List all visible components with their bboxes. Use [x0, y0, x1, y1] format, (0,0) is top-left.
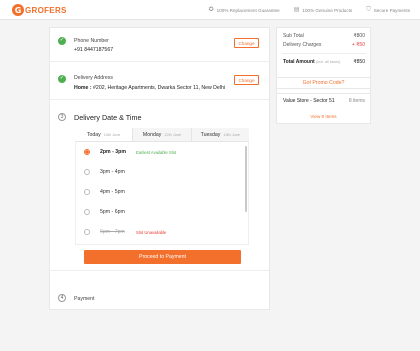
- tab-monday[interactable]: Monday 12th June: [132, 128, 191, 141]
- badge-label: 100% Replacement Guarantee: [216, 7, 280, 13]
- address-text: #202, Heritage Apartments, Dwarka Sector…: [93, 85, 226, 91]
- divider: [50, 99, 269, 100]
- radio-button[interactable]: [84, 169, 90, 175]
- store-item-count: 8 items: [348, 98, 365, 104]
- slot-time: 3pm - 4pm: [100, 169, 125, 175]
- view-items-link[interactable]: View 8 Items: [276, 114, 371, 119]
- total-label-text: Total Amount: [283, 59, 315, 65]
- change-phone-button[interactable]: Change: [234, 38, 259, 48]
- total-value: ₹850: [353, 59, 365, 65]
- tab-day: Today: [86, 131, 101, 138]
- tab-tuesday[interactable]: Tuesday 13th June: [190, 128, 249, 141]
- payment-section-title[interactable]: Payment: [74, 296, 94, 302]
- store-name: Value Store - Sector 51: [283, 98, 335, 104]
- badge-label: 100% Genuine Products: [302, 7, 353, 13]
- trust-badges: ✪ 100% Replacement Guarantee ▤ 100% Genu…: [209, 0, 410, 20]
- tab-date: 13th June: [223, 132, 241, 137]
- tab-today[interactable]: Today 10th June: [75, 128, 133, 141]
- time-slot-unavailable: 6pm - 7pm Slot Unavailable: [84, 227, 166, 237]
- tab-day: Tuesday: [200, 131, 221, 138]
- divider: [282, 53, 366, 54]
- time-slot[interactable]: 2pm - 3pm Earliest Available Slot: [84, 147, 176, 157]
- sub-total-label: Sub Total: [283, 33, 304, 39]
- slot-note: Earliest Available Slot: [136, 149, 177, 155]
- time-slot[interactable]: 3pm - 4pm: [84, 167, 136, 177]
- delivery-section-title: Delivery Date & Time: [74, 113, 142, 122]
- check-icon: ✓: [58, 75, 66, 83]
- slot-scrollbar[interactable]: [245, 146, 247, 212]
- change-address-button[interactable]: Change: [234, 75, 259, 85]
- tab-date: 12th June: [164, 132, 182, 137]
- document-icon: ▤: [293, 7, 300, 13]
- address-value: Home : #202, Heritage Apartments, Dwarka…: [74, 85, 225, 91]
- time-slot[interactable]: 5pm - 6pm: [84, 207, 136, 217]
- step-number: 3: [58, 113, 66, 121]
- delivery-charges-label: Delivery Charges: [283, 42, 322, 48]
- radio-selected[interactable]: [84, 149, 90, 155]
- grofers-logo[interactable]: G GROFERS: [12, 4, 67, 16]
- logo-text: GROFERS: [25, 5, 67, 15]
- slot-note: Slot Unavailable: [136, 229, 167, 235]
- divider: [50, 270, 269, 271]
- phone-value: +91 8447187567: [74, 47, 114, 53]
- logo-mark: G: [12, 4, 24, 16]
- delivery-charges-row: Delivery Charges + ₹50: [283, 42, 365, 48]
- slot-time: 6pm - 7pm: [100, 229, 125, 235]
- address-label: Delivery Address: [74, 75, 113, 81]
- badge-genuine: ▤ 100% Genuine Products: [294, 7, 352, 13]
- total-row: Total Amount (incl. all taxes) ₹850: [283, 59, 365, 65]
- slot-time: 5pm - 6pm: [100, 209, 125, 215]
- proceed-to-payment-button[interactable]: Proceed to Payment: [84, 250, 241, 264]
- total-label: Total Amount (incl. all taxes): [283, 59, 340, 65]
- promo-code-button[interactable]: Got Promo Code?: [276, 77, 371, 89]
- store-row: Value Store - Sector 51 8 items: [283, 98, 365, 104]
- check-icon: ✓: [58, 37, 66, 45]
- badge-label: Secure Payments: [373, 7, 410, 13]
- time-slot[interactable]: 4pm - 5pm: [84, 187, 136, 197]
- badge-replacement: ✪ 100% Replacement Guarantee: [209, 7, 280, 13]
- top-header: G GROFERS ✪ 100% Replacement Guarantee ▤…: [0, 0, 420, 20]
- radio-button[interactable]: [84, 189, 90, 195]
- sub-total-value: ₹800: [353, 33, 365, 39]
- tab-date: 10th June: [103, 132, 121, 137]
- divider: [50, 61, 269, 62]
- time-slot-list: 2pm - 3pm Earliest Available Slot 3pm - …: [75, 142, 249, 245]
- radio-button[interactable]: [84, 209, 90, 215]
- address-type: Home :: [74, 85, 92, 91]
- phone-label: Phone Number: [74, 38, 109, 44]
- slot-time: 4pm - 5pm: [100, 189, 125, 195]
- step-number: 4: [58, 294, 66, 302]
- percent-icon: ✪: [208, 7, 214, 13]
- total-note: (incl. all taxes): [316, 60, 341, 64]
- radio-button: [84, 229, 90, 235]
- sub-total-row: Sub Total ₹800: [283, 33, 365, 39]
- date-tabs: Today 10th June Monday 12th June Tuesday…: [75, 128, 249, 142]
- badge-secure: ⛉ Secure Payments: [366, 7, 410, 13]
- delivery-charges-value: + ₹50: [351, 42, 365, 48]
- tab-day: Monday: [142, 131, 162, 138]
- slot-time: 2pm - 3pm: [100, 149, 126, 155]
- shield-icon: ⛉: [366, 7, 371, 13]
